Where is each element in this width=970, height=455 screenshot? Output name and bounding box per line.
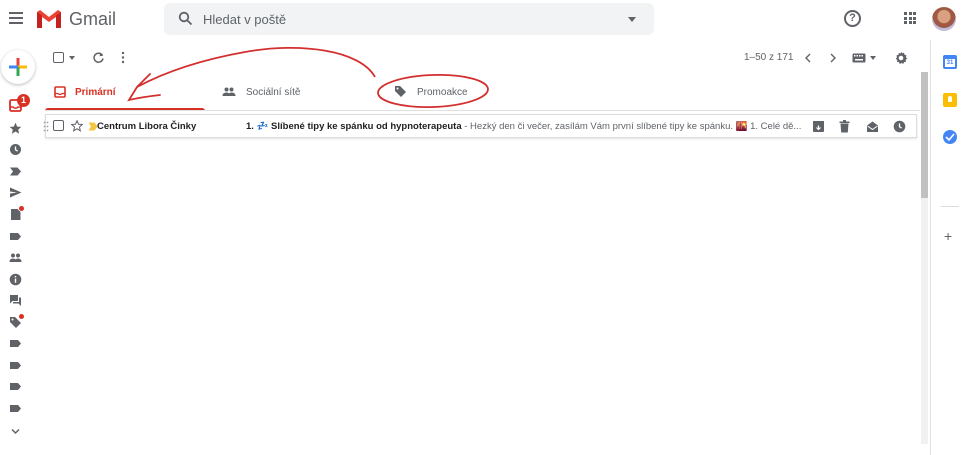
settings-gear-icon[interactable] [894,51,908,65]
important-icon[interactable] [9,165,22,178]
keyboard-icon[interactable] [852,53,866,63]
scrollbar-thumb[interactable] [921,72,928,198]
snooze-clock-icon[interactable] [893,120,906,133]
app-name: Gmail [69,9,117,29]
mark-as-read-icon[interactable] [866,120,879,133]
info-icon[interactable] [9,273,22,286]
top-bar: Gmail ? [0,0,970,40]
select-all-checkbox[interactable] [53,52,64,63]
email-select-checkbox[interactable] [53,120,64,131]
promotions-notification-dot [19,314,24,319]
inbox-icon [54,86,66,98]
tab-promotions[interactable]: Promoakce [387,74,547,111]
tasks-icon[interactable] [943,130,957,144]
input-tools-caret-icon[interactable] [870,56,876,60]
mail-toolbar: 1–50 z 171 [45,44,920,72]
label-icon[interactable] [9,337,22,350]
side-panel: 31 + [930,40,970,455]
select-options-icon[interactable] [69,56,75,60]
archive-icon[interactable] [812,120,825,133]
help-icon[interactable]: ? [844,10,861,27]
keep-icon[interactable] [943,93,957,107]
chevron-left-icon[interactable] [804,53,812,63]
account-avatar[interactable] [932,7,956,31]
people-icon [222,87,236,96]
label-icon[interactable] [9,402,22,415]
search-input[interactable] [203,9,603,29]
inbox-unread-badge: 1 [17,94,30,107]
drag-handle-icon[interactable] [43,121,49,132]
email-sender: Centrum Libora Činky [97,121,197,132]
forum-icon[interactable] [9,294,22,307]
compose-button[interactable] [1,50,35,84]
page-count: 1–50 z 171 [744,52,794,63]
email-subject-line: 1. 💤 Slíbené tipy ke spánku od hypnotera… [246,121,806,132]
star-outline-icon[interactable] [71,120,83,132]
label-icon[interactable] [9,230,22,243]
tab-promotions-label: Promoakce [417,87,468,98]
label-icon[interactable] [9,380,22,393]
email-row-actions [812,120,912,134]
delete-icon[interactable] [839,120,850,133]
search-options-icon[interactable] [628,17,636,22]
calendar-icon[interactable]: 31 [943,55,957,69]
side-panel-divider [941,206,959,207]
tabs-divider [45,110,920,111]
email-row[interactable]: Centrum Libora Činky 1. 💤 Slíbené tipy k… [43,114,917,138]
add-addon-icon[interactable]: + [944,228,952,244]
more-labels-chevron-icon[interactable] [9,425,22,438]
tab-primary[interactable]: Primární [45,74,205,111]
drafts-notification-dot [19,206,24,211]
inbox-category-tabs: Primární Sociální sítě Promoakce [45,74,920,111]
more-vert-icon[interactable] [121,51,125,64]
tag-icon [395,86,406,97]
tab-primary-label: Primární [75,87,116,98]
send-icon[interactable] [9,186,22,199]
tab-social-label: Sociální sítě [246,87,301,98]
google-apps-icon[interactable] [904,12,916,24]
search-bar[interactable] [164,3,654,35]
mail-scrollbar[interactable] [921,72,928,444]
people-icon[interactable] [9,251,22,264]
email-subject: 1. 💤 Slíbené tipy ke spánku od hypnotera… [246,121,462,132]
gmail-logo-icon[interactable] [36,9,62,29]
main-menu-icon[interactable] [9,12,23,24]
email-snippet: - Hezký den či večer, zasílám Vám první … [461,121,802,132]
search-icon[interactable] [178,11,193,26]
refresh-icon[interactable] [92,51,105,64]
plus-icon [9,58,27,76]
tab-social[interactable]: Sociální sítě [215,74,375,111]
star-icon[interactable] [9,122,22,135]
label-icon[interactable] [9,359,22,372]
chevron-right-icon[interactable] [829,53,837,63]
clock-icon[interactable] [9,143,22,156]
